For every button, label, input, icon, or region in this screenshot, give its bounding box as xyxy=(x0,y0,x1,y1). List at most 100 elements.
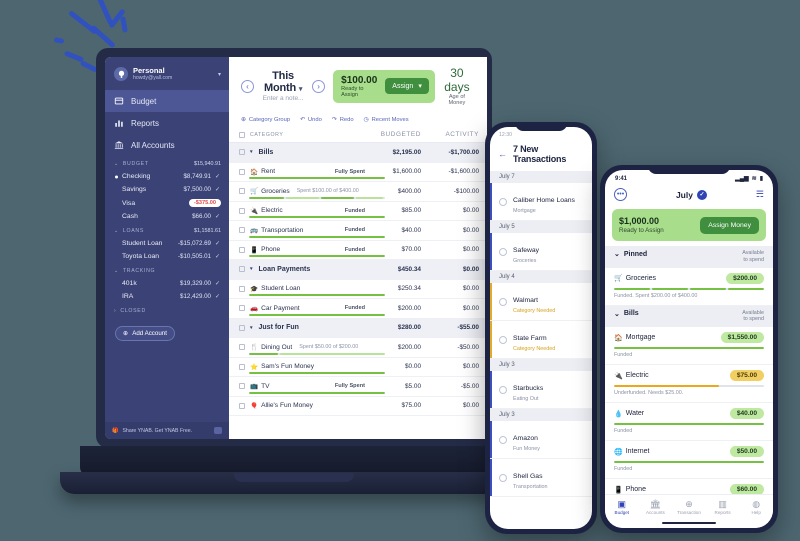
bottom-nav-accounts[interactable]: 🏛 Accounts xyxy=(639,499,673,515)
chevron-left-circle-icon[interactable]: ‹ xyxy=(241,79,254,93)
sidebar-group-tracking[interactable]: ⌄ TRACKING xyxy=(105,263,229,277)
budgeted-amount[interactable]: $200.00 xyxy=(365,305,421,312)
budgeted-amount[interactable]: $85.00 xyxy=(365,207,421,214)
budgeted-amount[interactable]: $250.34 xyxy=(365,285,421,292)
budget-category-row[interactable]: 🎓 Student Loan $250.34 $0.00 xyxy=(229,280,487,299)
row-checkbox[interactable] xyxy=(239,324,245,331)
budgeted-amount[interactable]: $75.00 xyxy=(365,402,421,409)
budgeted-amount[interactable]: $200.00 xyxy=(365,344,421,351)
sidebar-group-budget[interactable]: ⌄ BUDGET $15,940.91 xyxy=(105,156,229,170)
row-checkbox[interactable] xyxy=(239,227,245,234)
toolbar-undo[interactable]: ↶ Undo xyxy=(300,117,322,123)
chevron-down-icon[interactable]: ▾ xyxy=(250,325,253,331)
budget-category-row[interactable]: 📺 TV Fully Spent $5.00 -$5.00 xyxy=(229,377,487,397)
share-ynab-bar[interactable]: 🎁 Share YNAB. Get YNAB Free. xyxy=(105,422,229,439)
budget-group-row[interactable]: ▾ Just for Fun $280.00 -$55.00 xyxy=(229,318,487,338)
mobile-budget-category-row[interactable]: 🔌 Electric $75.00 Underfunded. Needs $25.00… xyxy=(605,365,773,403)
budgeted-amount[interactable]: $1,600.00 xyxy=(365,168,421,175)
budget-category-row[interactable]: 🔌 Electric Funded $85.00 $0.00 xyxy=(229,202,487,221)
sidebar-account-row[interactable]: 401k $19,329.00 ✓ xyxy=(105,277,229,290)
row-checkbox[interactable] xyxy=(239,246,245,253)
transaction-item[interactable]: Shell Gas Transportation xyxy=(490,459,592,497)
budgeted-amount[interactable]: $400.00 xyxy=(365,188,421,195)
chevron-down-icon[interactable]: ▾ xyxy=(250,266,253,272)
sidebar-account-row[interactable]: Student Loan -$15,072.69 ✓ xyxy=(105,237,229,250)
budget-category-row[interactable]: 🛒 Groceries Spent $100.00 of $400.00 $400.0… xyxy=(229,182,487,202)
row-checkbox[interactable] xyxy=(239,344,245,351)
assign-button[interactable]: Assign ▾ xyxy=(385,78,429,94)
budgeted-amount[interactable]: $280.00 xyxy=(365,324,421,331)
account-switcher[interactable]: Personal howdy@yall.com ▾ xyxy=(105,57,229,90)
row-checkbox[interactable] xyxy=(239,402,245,409)
bottom-nav-help[interactable]: ◍ Help xyxy=(739,499,773,515)
mobile-budget-category-row[interactable]: 🏠 Mortgage $1,550.00 Funded xyxy=(605,327,773,365)
bottom-nav-budget[interactable]: ▣ Budget xyxy=(605,499,639,515)
mobile-budget-category-row[interactable]: 💧 Water $40.00 Funded xyxy=(605,403,773,441)
chevron-down-icon[interactable]: ▾ xyxy=(218,71,221,78)
row-checkbox[interactable] xyxy=(239,285,245,292)
mobile-budget-category-row[interactable]: 🛒 Groceries $200.00 Funded. Spent $200.00 o… xyxy=(605,268,773,306)
budget-category-row[interactable]: 🎈 Allie's Fun Money $75.00 $0.00 xyxy=(229,397,487,416)
budget-group-row[interactable]: ▾ Loan Payments $450.34 $0.00 xyxy=(229,260,487,280)
transaction-item[interactable]: Safeway Groceries xyxy=(490,233,592,271)
budget-group-row[interactable]: ▾ Bills $2,195.00 -$1,700.00 xyxy=(229,143,487,163)
month-note-input[interactable]: Enter a note... xyxy=(262,95,304,102)
row-checkbox[interactable] xyxy=(239,188,245,195)
budget-category-row[interactable]: 🍴 Dining Out Spent $50.00 of $200.00 $200.0… xyxy=(229,338,487,358)
sidebar-account-row[interactable]: Savings $7,500.00 ✓ xyxy=(105,183,229,196)
chevron-down-icon[interactable]: ⌄ xyxy=(614,310,620,318)
mobile-budget-group-header[interactable]: ⌄ Pinned Available to spend xyxy=(605,246,773,268)
select-transaction-checkbox[interactable] xyxy=(499,197,507,206)
budget-category-row[interactable]: 📱 Phone Funded $70.00 $0.00 xyxy=(229,241,487,260)
row-checkbox[interactable] xyxy=(239,149,245,156)
budgeted-amount[interactable]: $70.00 xyxy=(365,246,421,253)
toolbar-redo[interactable]: ↷ Redo xyxy=(332,117,354,123)
select-transaction-checkbox[interactable] xyxy=(499,335,507,344)
sidebar-item-all-accounts[interactable]: All Accounts xyxy=(105,134,229,156)
sidebar-group-loans[interactable]: ⌄ LOANS $1,1581.61 xyxy=(105,223,229,237)
row-checkbox[interactable] xyxy=(239,383,245,390)
budgeted-amount[interactable]: $0.00 xyxy=(365,363,421,370)
transaction-item[interactable]: State Farm Category Needed xyxy=(490,321,592,359)
assign-money-button[interactable]: Assign Money xyxy=(700,216,759,234)
row-checkbox[interactable] xyxy=(239,305,245,312)
transaction-item[interactable]: Amazon Fun Money xyxy=(490,421,592,459)
sidebar-account-row[interactable]: IRA $12,429.00 ✓ xyxy=(105,290,229,303)
edit-list-icon[interactable]: ☴ xyxy=(756,189,764,200)
sidebar-account-row[interactable]: Toyota Loan -$10,505.01 ✓ xyxy=(105,250,229,263)
sidebar-group-closed[interactable]: › CLOSED xyxy=(105,303,229,317)
row-checkbox[interactable] xyxy=(239,168,245,175)
transaction-item[interactable]: Walmart Category Needed xyxy=(490,283,592,321)
row-checkbox[interactable] xyxy=(239,266,245,273)
chevron-right-circle-icon[interactable]: › xyxy=(312,79,326,93)
select-all-checkbox[interactable] xyxy=(239,131,245,138)
toolbar-recent-moves[interactable]: ◷ Recent Moves xyxy=(364,117,409,123)
chevron-down-icon[interactable]: ▾ xyxy=(418,82,422,90)
budgeted-amount[interactable]: $5.00 xyxy=(365,383,421,390)
select-transaction-checkbox[interactable] xyxy=(499,435,507,444)
select-transaction-checkbox[interactable] xyxy=(499,473,507,482)
bottom-nav-reports[interactable]: ▥ Reports xyxy=(706,499,740,515)
sidebar-account-row[interactable]: Cash $66.00 ✓ xyxy=(105,210,229,223)
sidebar-item-budget[interactable]: Budget xyxy=(105,90,229,113)
select-transaction-checkbox[interactable] xyxy=(499,385,507,394)
budgeted-amount[interactable]: $40.00 xyxy=(365,227,421,234)
transaction-item[interactable]: Starbucks Eating Out xyxy=(490,371,592,409)
month-selector[interactable]: July ✓ xyxy=(676,189,707,200)
budgeted-amount[interactable]: $450.34 xyxy=(365,266,421,273)
collapse-panel-icon[interactable] xyxy=(214,427,222,434)
budget-category-row[interactable]: 🚌 Transportation Funded $40.00 $0.00 xyxy=(229,221,487,241)
budgeted-amount[interactable]: $2,195.00 xyxy=(365,149,421,156)
budget-category-row[interactable]: 🚗 Car Payment Funded $200.00 $0.00 xyxy=(229,299,487,319)
arrow-left-icon[interactable]: ← xyxy=(498,149,507,159)
row-checkbox[interactable] xyxy=(239,363,245,370)
sidebar-item-reports[interactable]: Reports xyxy=(105,112,229,134)
month-selector[interactable]: This Month ▾ Enter a note... xyxy=(262,70,304,102)
bottom-nav-transaction[interactable]: ⊕ Transaction xyxy=(672,499,706,515)
add-account-button[interactable]: ⊕ Add Account xyxy=(115,326,175,342)
budget-category-row[interactable]: 🏠 Rent Fully Spent $1,600.00 -$1,600.00 xyxy=(229,163,487,182)
select-transaction-checkbox[interactable] xyxy=(499,297,507,306)
sidebar-account-row[interactable]: Visa -$375.00 xyxy=(105,196,229,210)
transaction-item[interactable]: Caliber Home Loans Mortgage xyxy=(490,183,592,221)
mobile-budget-category-row[interactable]: 🌐 Internet $50.00 Funded xyxy=(605,441,773,479)
